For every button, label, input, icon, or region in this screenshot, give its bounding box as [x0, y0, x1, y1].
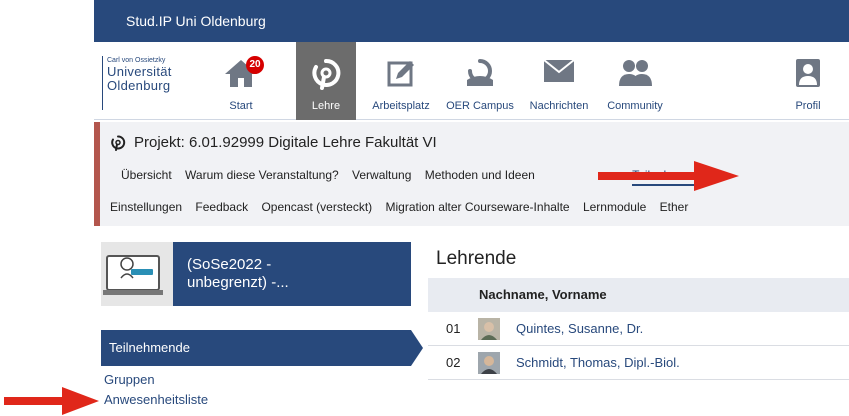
community-icon — [619, 60, 652, 86]
course-card-line2: unbegrenzt) -... — [187, 274, 289, 291]
avatar — [478, 352, 500, 374]
workplace-icon — [387, 61, 414, 87]
row-number: 01 — [446, 321, 461, 336]
sidebar-navigation: Teilnehmende Gruppen Anwesenheitsliste — [101, 330, 423, 410]
annotation-arrow — [4, 387, 99, 415]
nav-arbeitsplatz[interactable]: Arbeitsplatz — [364, 42, 438, 120]
notification-badge: 20 — [246, 56, 264, 74]
mail-icon — [543, 59, 575, 82]
course-card[interactable]: (SoSe2022 - unbegrenzt) -... — [101, 242, 411, 306]
column-header-name[interactable]: Nachname, Vorname — [428, 278, 849, 312]
nav-lehre[interactable]: Lehre — [296, 42, 356, 120]
laptop-icon — [103, 255, 163, 295]
sidebar-item-anwesenheitsliste[interactable]: Anwesenheitsliste — [101, 390, 411, 410]
tab-feedback[interactable]: Feedback — [195, 200, 248, 214]
tab-uebersicht[interactable]: Übersicht — [121, 168, 172, 182]
oer-icon — [467, 59, 493, 86]
tab-opencast[interactable]: Opencast (versteckt) — [261, 200, 372, 214]
person-link[interactable]: Quintes, Susanne, Dr. — [516, 312, 643, 346]
tab-verwaltung[interactable]: Verwaltung — [352, 168, 411, 182]
section-heading: Lehrende — [436, 248, 517, 269]
tab-einstellungen[interactable]: Einstellungen — [110, 200, 182, 214]
course-title-text: Projekt: 6.01.92999 Digitale Lehre Fakul… — [134, 134, 437, 151]
tab-ether[interactable]: Ether — [660, 200, 689, 214]
tab-warum[interactable]: Warum diese Veranstaltung? — [185, 168, 339, 182]
nav-oer-campus[interactable]: OER Campus — [442, 42, 518, 120]
nav-label: Arbeitsplatz — [372, 100, 430, 112]
lehre-icon — [312, 58, 341, 90]
avatar — [478, 318, 500, 340]
university-logo[interactable]: Carl von Ossietzky Universität Oldenburg — [102, 56, 194, 110]
person-link[interactable]: Schmidt, Thomas, Dipl.-Biol. — [516, 346, 680, 380]
nav-community[interactable]: Community — [598, 42, 672, 120]
course-title: Projekt: 6.01.92999 Digitale Lehre Fakul… — [110, 134, 437, 151]
profile-icon — [796, 59, 820, 87]
annotation-arrow — [598, 161, 739, 191]
course-card-line1: (SoSe2022 - — [187, 256, 272, 273]
site-brand[interactable]: Stud.IP Uni Oldenburg — [126, 13, 266, 29]
top-bar: Stud.IP Uni Oldenburg — [94, 0, 849, 42]
main-navigation: Carl von Ossietzky Universität Oldenburg… — [94, 42, 849, 120]
tab-lernmodule[interactable]: Lernmodule — [583, 200, 646, 214]
sidebar-item-gruppen[interactable]: Gruppen — [101, 370, 411, 390]
nav-label: Community — [607, 100, 663, 112]
nav-start[interactable]: 20 Start — [212, 42, 270, 120]
main-content: Lehrende Nachname, Vorname 01 Quintes, S… — [428, 244, 849, 380]
nav-label: Nachrichten — [529, 100, 589, 112]
table-row: 01 Quintes, Susanne, Dr. — [428, 312, 849, 346]
nav-label: Profil — [795, 100, 821, 112]
course-thumbnail — [101, 242, 173, 306]
course-card-title: (SoSe2022 - unbegrenzt) -... — [187, 256, 289, 292]
nav-label: Start — [229, 100, 253, 112]
row-number: 02 — [446, 355, 461, 370]
nav-profil[interactable]: Profil — [784, 42, 832, 120]
nav-nachrichten[interactable]: Nachrichten — [522, 42, 596, 120]
nav-label: Lehre — [311, 100, 341, 112]
logo-line2: Universität — [107, 64, 172, 79]
table-row: 02 Schmidt, Thomas, Dipl.-Biol. — [428, 346, 849, 380]
nav-label: OER Campus — [446, 100, 514, 112]
logo-line3: Oldenburg — [107, 78, 171, 93]
sidebar-item-teilnehmende[interactable]: Teilnehmende — [101, 330, 423, 366]
tab-migration[interactable]: Migration alter Courseware-Inhalte — [386, 200, 570, 214]
lehre-icon — [111, 134, 126, 151]
course-tabs-row2: Einstellungen Feedback Opencast (verstec… — [110, 200, 698, 222]
tab-methoden[interactable]: Methoden und Ideen — [425, 168, 535, 182]
